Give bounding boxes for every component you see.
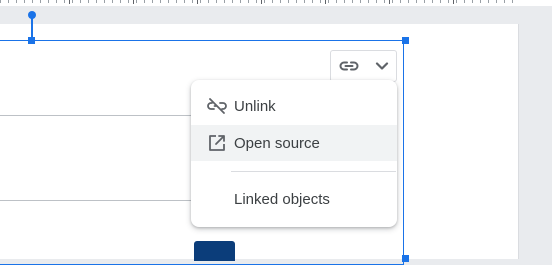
ruler-marker <box>197 0 198 4</box>
menu-separator <box>231 171 396 172</box>
link-icon[interactable] <box>338 59 360 73</box>
ruler-marker <box>133 0 134 4</box>
ruler-marker <box>389 0 390 4</box>
ruler-marker <box>325 0 326 4</box>
linked-object-menu: Unlink Open source Linked objects <box>191 80 397 227</box>
linked-object-toolbar[interactable] <box>330 50 397 82</box>
resize-handle-top-right[interactable] <box>402 37 409 44</box>
link-off-icon <box>206 95 228 117</box>
open-in-new-icon <box>206 132 228 154</box>
chevron-down-icon[interactable] <box>375 61 389 71</box>
ruler-marker <box>453 0 454 4</box>
rotate-handle[interactable] <box>28 11 36 19</box>
horizontal-ruler <box>0 0 552 6</box>
ruler-ticks <box>0 0 518 3</box>
ruler-marker <box>261 0 262 4</box>
page-edge <box>518 24 519 259</box>
menu-item-linked-objects[interactable]: Linked objects <box>191 181 397 217</box>
menu-item-label: Unlink <box>234 97 276 115</box>
menu-item-label: Linked objects <box>234 190 330 208</box>
menu-item-label: Open source <box>234 134 320 152</box>
resize-handle-top-middle[interactable] <box>28 37 35 44</box>
ruler-marker <box>69 0 70 4</box>
menu-item-open-source[interactable]: Open source <box>191 125 397 161</box>
menu-item-unlink[interactable]: Unlink <box>191 88 397 124</box>
